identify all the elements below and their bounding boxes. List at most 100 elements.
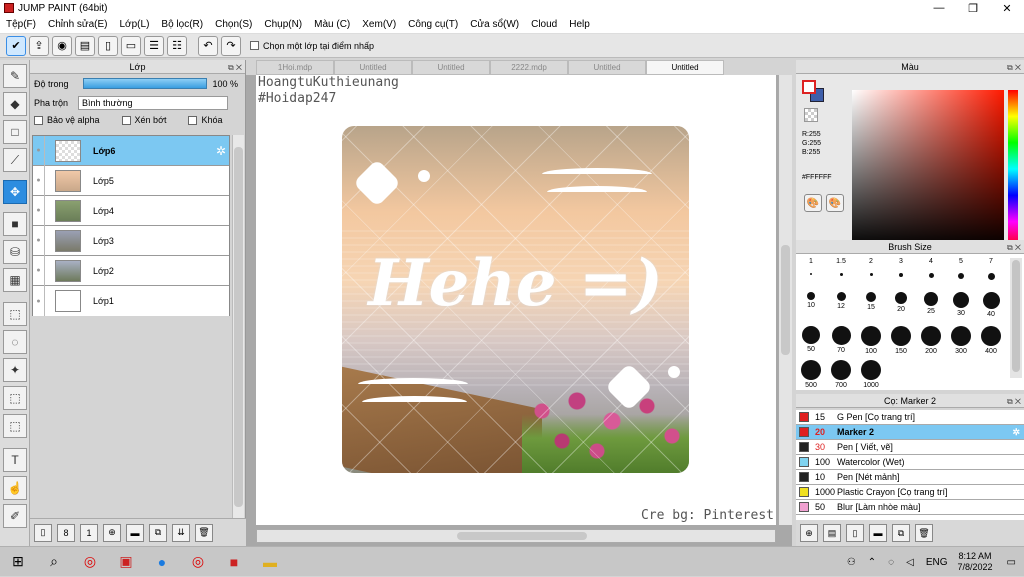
undo-icon[interactable]: ↶ [198,35,218,56]
gear-icon[interactable]: ✲ [1012,427,1020,438]
brush-size-option[interactable]: 200 [916,326,946,355]
tab-document[interactable]: Untitled [412,60,490,75]
people-icon[interactable]: ⚇ [847,557,856,568]
brush-size-option[interactable]: 15 [856,292,886,311]
panel-close-icon[interactable]: ⧉ ✕ [228,61,242,75]
opera-gx-icon[interactable]: ◎ [180,547,216,577]
line-tool-icon[interactable]: ⟋ [3,148,27,172]
layer-scrollbar[interactable] [232,135,244,535]
brush-size-option[interactable]: 700 [826,360,856,389]
clipping-checkbox[interactable] [121,115,131,125]
eyedropper-tool-icon[interactable]: ✐ [3,504,27,528]
layer-item[interactable]: ● Lớp4 [33,195,229,226]
brush-item[interactable]: 10 Pen [Nét mảnh] [796,470,1024,485]
rect-select-tool-icon[interactable]: ⬚ [3,302,27,326]
tab-document[interactable]: 1Hoi.mdp [256,60,334,75]
brush-size-option[interactable]: 7 [976,258,1006,282]
export-icon[interactable]: ⇪ [29,35,49,56]
layer-item[interactable]: ● Lớp3 [33,225,229,256]
layer-item[interactable]: ● Lớp6 ✲ [33,135,229,166]
checklist-icon[interactable]: ☷ [167,35,187,56]
brush-size-option[interactable]: 50 [796,326,826,353]
gradient-tool-icon[interactable]: ▦ [3,268,27,292]
brush-size-option[interactable]: 300 [946,326,976,355]
speech-bubble-icon[interactable]: ◉ [52,35,72,56]
brush-size-option[interactable]: 40 [976,292,1006,318]
select-pen-tool-icon[interactable]: ⬚ [3,386,27,410]
minimize-button[interactable]: — [922,0,956,16]
brush-file-icon[interactable]: ▯ [846,524,864,542]
hand-tool-icon[interactable]: ☝ [3,476,27,500]
menu-filter[interactable]: Bộ lọc(R) [155,19,209,30]
brush-size-option[interactable]: 3 [886,258,916,279]
panel-close-icon[interactable]: ⧉ ✕ [1007,395,1021,409]
file-explorer-icon[interactable]: ▬ [252,547,288,577]
menu-view[interactable]: Xem(V) [356,19,402,30]
redo-icon[interactable]: ↷ [221,35,241,56]
select-eraser-tool-icon[interactable]: ⬚ [3,414,27,438]
page-icon[interactable]: ▭ [121,35,141,56]
new-8bit-layer-icon[interactable]: 8 [57,523,75,542]
app-icon[interactable]: ▣ [108,547,144,577]
brush-size-option[interactable]: 150 [886,326,916,355]
canvas-area[interactable]: HoangtuKuthieunang #Hoidap247 Hehe =) Cr… [246,75,792,546]
duplicate-brush-icon[interactable]: ⧉ [892,524,910,542]
comment-icon[interactable]: ▤ [75,35,95,56]
brush-item[interactable]: 20 Marker 2 ✲ [796,425,1024,440]
windows-start-icon[interactable]: ⊞ [0,547,36,577]
list-icon[interactable]: ☰ [144,35,164,56]
visibility-icon[interactable]: ● [33,165,45,196]
brush-item[interactable]: 30 Pen [ Viết, vẽ] [796,440,1024,455]
palette-edit-icon[interactable]: 🎨 [826,194,844,212]
menu-cloud[interactable]: Cloud [525,19,563,30]
tab-document[interactable]: 2222.mdp [490,60,568,75]
chevron-up-icon[interactable]: ⌃ [868,557,876,568]
duplicate-layer-icon[interactable]: ⧉ [149,523,167,542]
select-icon[interactable]: ✔ [6,35,26,56]
clock[interactable]: 8:12 AM 7/8/2022 [958,551,993,573]
brush-item[interactable]: 100 Watercolor (Wet) [796,455,1024,470]
menu-help[interactable]: Help [563,19,596,30]
tab-document[interactable]: Untitled [334,60,412,75]
brush-size-option[interactable]: 10 [796,292,826,309]
network-icon[interactable]: ◌ [888,557,894,568]
menu-select[interactable]: Chọn(S) [209,19,258,30]
canvas[interactable]: HoangtuKuthieunang #Hoidap247 Hehe =) Cr… [256,75,776,525]
notification-icon[interactable]: ▭ [1007,557,1016,568]
brush-size-option[interactable]: 1.5 [826,258,856,278]
visibility-icon[interactable]: ● [33,255,45,286]
lock-checkbox[interactable] [188,115,198,125]
visibility-icon[interactable]: ● [33,195,45,226]
close-button[interactable]: ✕ [990,0,1024,16]
move-tool-icon[interactable]: ✥ [3,180,27,204]
select-layer-on-click[interactable]: Chọn một lớp tại điểm nhấp [250,41,374,51]
select-layer-checkbox[interactable] [250,41,259,50]
brush-size-option[interactable]: 2 [856,258,886,278]
language-indicator[interactable]: ENG [926,557,948,568]
primary-color-swatch[interactable] [802,80,816,94]
maximize-button[interactable]: ❐ [956,0,990,16]
delete-layer-icon[interactable]: 🗑 [195,523,213,542]
brush-size-option[interactable]: 20 [886,292,916,313]
brush-size-option[interactable]: 100 [856,326,886,355]
brush-size-option[interactable]: 70 [826,326,856,354]
brush-item[interactable]: 50 Blur [Làm nhòe màu] [796,500,1024,515]
saturation-value-picker[interactable] [852,90,1004,248]
brush-size-option[interactable]: 5 [946,258,976,281]
folder-icon[interactable]: ▬ [126,523,144,542]
fill-rect-tool-icon[interactable]: ■ [3,212,27,236]
lock-option[interactable]: Khóa [188,115,223,125]
brush-item[interactable]: 15 G Pen [Cọ trang trí] [796,410,1024,425]
tab-document-active[interactable]: Untitled [646,60,724,75]
visibility-icon[interactable]: ● [33,286,45,316]
brush-menu-icon[interactable]: ▤ [823,524,841,542]
opacity-slider[interactable] [82,78,207,89]
layer-item[interactable]: ● Lớp5 [33,165,229,196]
zalo-icon[interactable]: ● [144,547,180,577]
brush-size-option[interactable]: 12 [826,292,856,310]
palette-icon[interactable]: 🎨 [804,194,822,212]
gear-icon[interactable]: ✲ [216,144,226,158]
brush-size-option[interactable]: 4 [916,258,946,280]
pen-tool-icon[interactable]: ✎ [3,64,27,88]
hue-slider[interactable] [1008,90,1018,248]
